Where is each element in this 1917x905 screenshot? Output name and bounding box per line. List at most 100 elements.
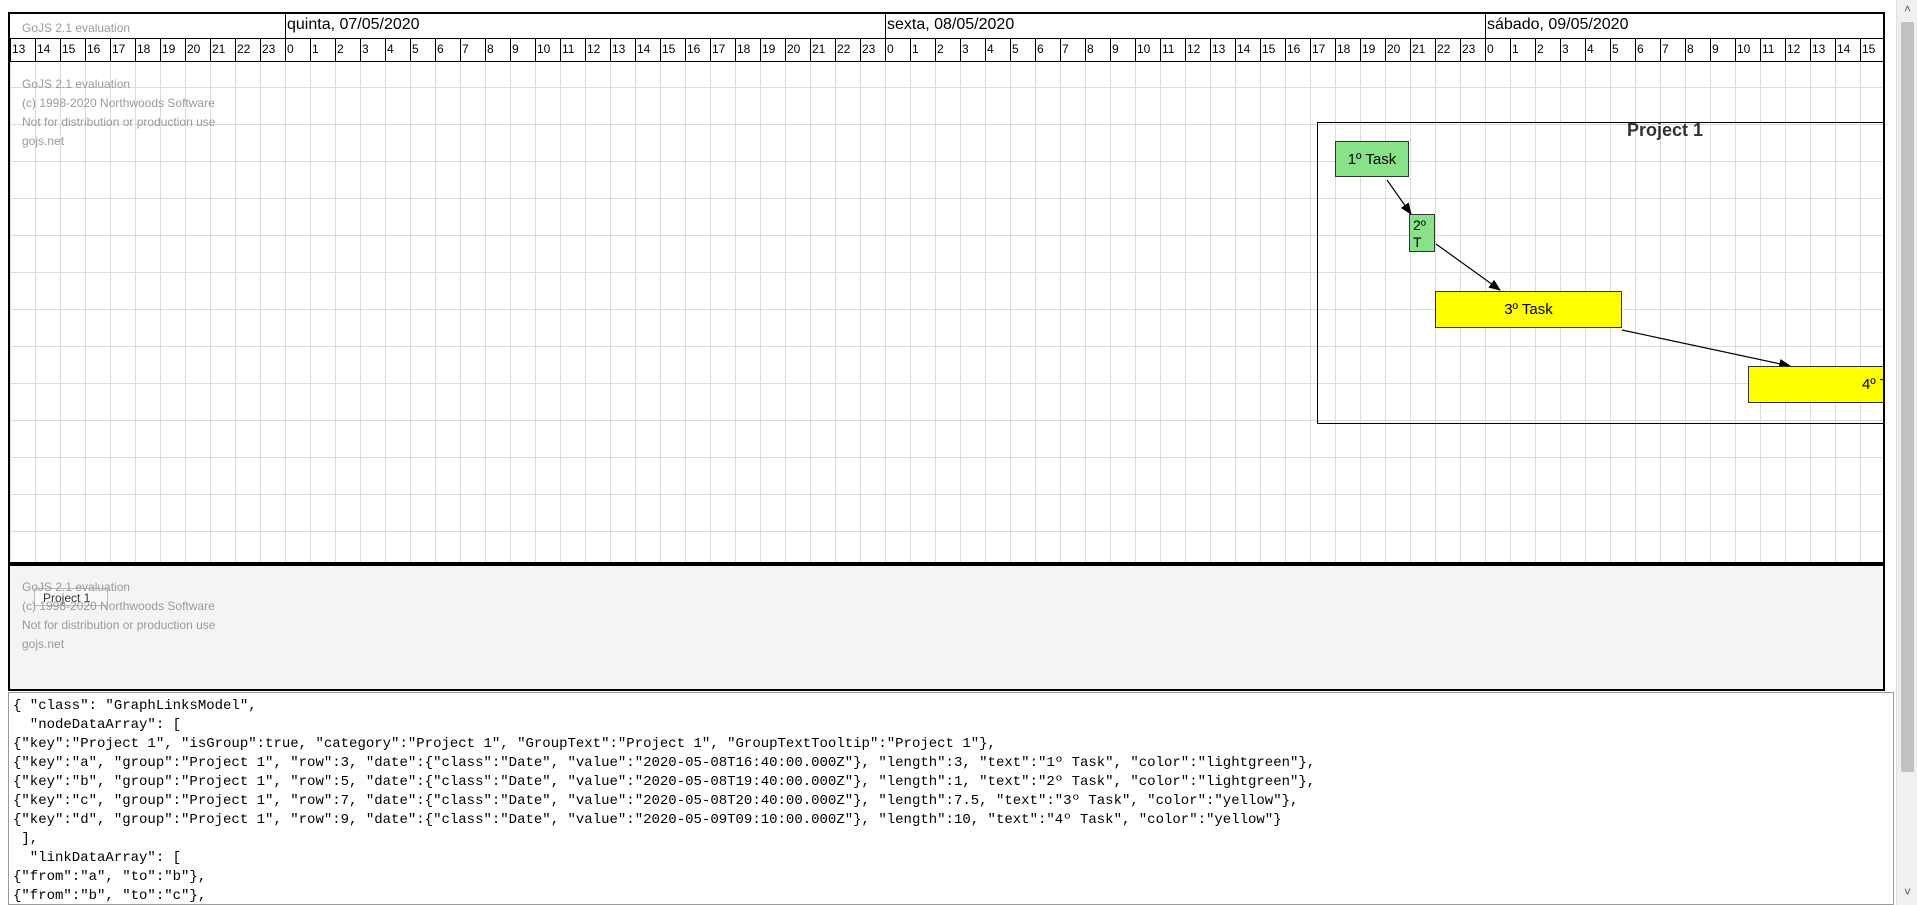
task-node-b[interactable]: 2º Ta: [1409, 214, 1435, 252]
hour-label: 12: [1787, 42, 1801, 56]
model-json-line: {"key":"a", "group":"Project 1", "row":3…: [13, 755, 1316, 771]
hour-label: 14: [1837, 42, 1851, 56]
overview-watermark: GoJS 2.1 evaluation (c) 1998-2020 Northw…: [22, 578, 215, 654]
scrollbar-thumb[interactable]: [1901, 22, 1914, 772]
hour-label: 21: [1412, 42, 1426, 56]
hour-label: 7: [1062, 42, 1069, 56]
watermark-line: GoJS 2.1 evaluation: [22, 580, 131, 594]
task-label: 2º Ta: [1413, 217, 1426, 250]
task-node-a[interactable]: 1º Task: [1335, 141, 1409, 177]
hour-label: 0: [887, 42, 894, 56]
hour-label: 22: [837, 42, 851, 56]
day-label: sábado, 09/05/2020: [1487, 16, 1629, 33]
hour-label: 4: [387, 42, 394, 56]
hour-label: 20: [187, 42, 201, 56]
hour-label: 8: [487, 42, 494, 56]
model-json-textarea[interactable]: { "class": "GraphLinksModel", "nodeDataA…: [8, 692, 1894, 905]
model-json-line: {"key":"Project 1", "isGroup":true, "cat…: [13, 736, 996, 752]
hour-label: 9: [1112, 42, 1119, 56]
watermark-line: (c) 1998-2020 Northwoods Software: [22, 599, 215, 613]
hour-label: 17: [712, 42, 726, 56]
scroll-down-icon[interactable]: ˅: [1900, 885, 1915, 899]
hour-label: 3: [962, 42, 969, 56]
hour-label: 9: [1712, 42, 1719, 56]
task-label: 1º Task: [1347, 150, 1397, 168]
hour-label: 11: [562, 42, 575, 56]
model-json-line: ],: [13, 831, 39, 847]
hour-label: 1: [312, 42, 319, 56]
hour-label: 2: [337, 42, 344, 56]
model-json-line: { "class": "GraphLinksModel",: [13, 698, 257, 714]
hour-label: 19: [162, 42, 176, 56]
hour-label: 8: [1687, 42, 1694, 56]
hour-label: 13: [1812, 42, 1826, 56]
hour-label: 17: [1312, 42, 1326, 56]
hour-label: 11: [1162, 42, 1175, 56]
hour-label: 7: [462, 42, 469, 56]
hour-label: 22: [237, 42, 251, 56]
hour-label: 12: [1187, 42, 1201, 56]
hour-label: 6: [1637, 42, 1644, 56]
hour-label: 0: [287, 42, 294, 56]
hour-label: 5: [412, 42, 419, 56]
hour-label: 19: [762, 42, 776, 56]
hour-label: 2: [937, 42, 944, 56]
model-json-line: {"key":"c", "group":"Project 1", "row":7…: [13, 793, 1299, 809]
day-label: quinta, 07/05/2020: [287, 16, 420, 33]
watermark-line: gojs.net: [22, 637, 65, 651]
hour-label: 13: [1212, 42, 1226, 56]
gantt-diagram[interactable]: 13 14 15 16 17 18 19 20 21 22 23 0 1 2 3 4 5 6 7 8 9 10 11 12 13…: [8, 12, 1885, 564]
model-json-line: {"from":"a", "to":"b"},: [13, 869, 207, 885]
hour-label: 4: [1587, 42, 1594, 56]
hour-label: 4: [987, 42, 994, 56]
hour-label: 23: [1462, 42, 1476, 56]
header-watermark: GoJS 2.1 evaluation: [22, 19, 130, 38]
scroll-up-icon[interactable]: ˄: [1900, 2, 1915, 16]
hour-label: 10: [537, 42, 551, 56]
hour-label: 10: [1137, 42, 1151, 56]
hour-label: 14: [37, 42, 51, 56]
hour-label: 22: [1437, 42, 1451, 56]
hour-label: 7: [1662, 42, 1669, 56]
hour-label: 17: [112, 42, 126, 56]
diagram-watermark: GoJS 2.1 evaluation (c) 1998-2020 Northw…: [22, 75, 215, 151]
task-label: 4º Tas: [1861, 376, 1883, 393]
hour-label: 13: [12, 42, 26, 56]
model-json-line: "nodeDataArray": [: [13, 717, 182, 733]
hour-label: 16: [687, 42, 701, 56]
hour-label: 3: [362, 42, 369, 56]
model-json-line: "linkDataArray": [: [13, 850, 182, 866]
hour-label: 2: [1537, 42, 1544, 56]
hour-label: 11: [1762, 42, 1775, 56]
watermark-line: GoJS 2.1 evaluation: [22, 77, 131, 91]
hour-label: 16: [1287, 42, 1301, 56]
model-json-line: {"key":"d", "group":"Project 1", "row":9…: [13, 812, 1282, 828]
hour-label: 18: [137, 42, 151, 56]
hour-label: 1: [912, 42, 919, 56]
hour-label: 20: [1387, 42, 1401, 56]
overview-panel[interactable]: Project 1 GoJS 2.1 evaluation (c) 1998-2…: [8, 564, 1885, 691]
hour-label: 21: [212, 42, 226, 56]
project-group-title: Project 1: [1627, 120, 1704, 140]
hour-label: 15: [1862, 42, 1876, 56]
page-scrollbar[interactable]: ˄ ˅: [1896, 0, 1917, 905]
watermark-line: Not for distribution or production use: [22, 618, 216, 632]
model-json-line: {"key":"b", "group":"Project 1", "row":5…: [13, 774, 1316, 790]
hour-label: 8: [1087, 42, 1094, 56]
hour-label: 18: [1337, 42, 1351, 56]
hour-label: 19: [1362, 42, 1376, 56]
hour-label: 15: [662, 42, 676, 56]
task-node-d[interactable]: 4º Tas: [1748, 366, 1883, 403]
hour-label: 15: [1262, 42, 1276, 56]
hour-label: 14: [637, 42, 651, 56]
hour-label: 1: [1512, 42, 1519, 56]
hour-label: 6: [1037, 42, 1044, 56]
hour-label: 23: [262, 42, 276, 56]
task-node-c[interactable]: 3º Task: [1435, 291, 1622, 328]
hour-label: 16: [87, 42, 101, 56]
hour-label: 5: [1612, 42, 1619, 56]
task-label: 3º Task: [1504, 301, 1553, 318]
watermark-line: (c) 1998-2020 Northwoods Software: [22, 96, 215, 110]
hour-label: 5: [1012, 42, 1019, 56]
hour-label: 21: [812, 42, 826, 56]
